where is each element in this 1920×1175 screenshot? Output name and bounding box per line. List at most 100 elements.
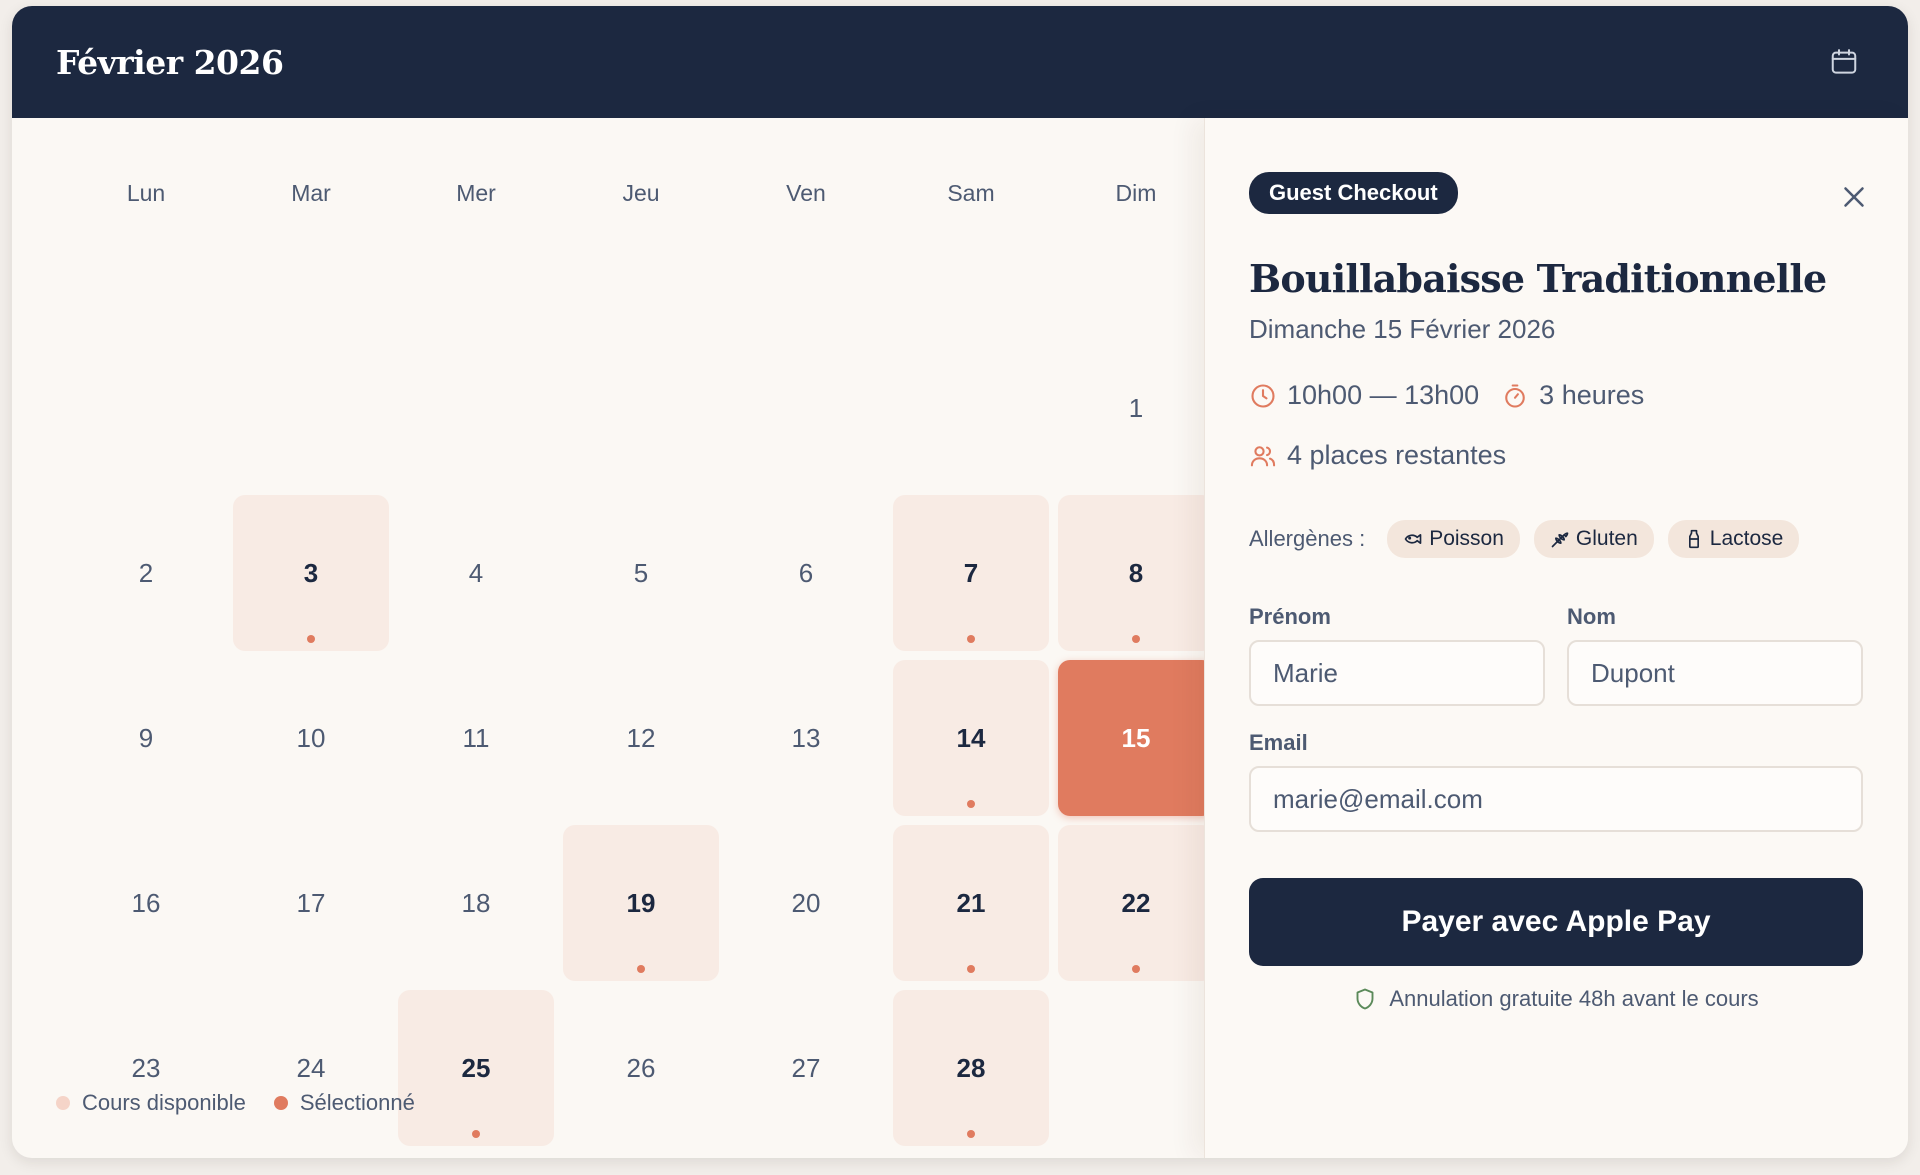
day-number: 9: [138, 722, 154, 753]
day-cell-18[interactable]: 18: [398, 825, 554, 981]
day-number: 7: [963, 557, 979, 588]
day-number: 6: [798, 557, 814, 588]
day-number: 8: [1128, 557, 1144, 588]
day-number: 13: [791, 722, 821, 753]
email-label: Email: [1249, 730, 1308, 755]
checkout-panel: Guest Checkout Bouillabaisse Traditionne…: [1204, 118, 1908, 1158]
day-number: 27: [791, 1052, 821, 1083]
guest-checkout-badge: Guest Checkout: [1249, 172, 1458, 214]
legend-available-label: Cours disponible: [82, 1090, 246, 1115]
apple-pay-button[interactable]: Payer avec Apple Pay: [1249, 878, 1863, 966]
day-cell-16[interactable]: 16: [68, 825, 224, 981]
milk-icon: [1688, 529, 1699, 549]
wheat-icon: [1551, 532, 1569, 548]
day-number: 12: [626, 722, 656, 753]
day-number: 22: [1121, 887, 1151, 918]
day-cell-9[interactable]: 9: [68, 660, 224, 816]
allergen-chip-poisson: Poisson: [1387, 520, 1520, 558]
day-cell-25[interactable]: 25: [398, 990, 554, 1146]
available-swatch: [56, 1096, 70, 1110]
day-cell-23[interactable]: 23: [68, 990, 224, 1146]
day-cell-17[interactable]: 17: [233, 825, 389, 981]
fish-icon: [1404, 534, 1422, 544]
day-cell-8[interactable]: 8: [1058, 495, 1214, 651]
timer-icon: [1505, 383, 1525, 408]
day-number: 2: [138, 557, 154, 588]
cancellation-note: Annulation gratuite 48h avant le cours: [1249, 986, 1863, 1012]
allergens-row: Allergènes : Poisson Gluten Lactose: [1249, 520, 1800, 558]
places-row: 4 places restantes: [1249, 440, 1506, 471]
day-number: 4: [468, 557, 484, 588]
allergen-chip-lactose: Lactose: [1667, 520, 1800, 558]
day-cell-7[interactable]: 7: [893, 495, 1049, 651]
last-name-input[interactable]: [1567, 640, 1863, 706]
booking-card: Février 2026 Lun Mar Mer Jeu Ven Sam Dim…: [12, 6, 1908, 1158]
day-cell-10[interactable]: 10: [233, 660, 389, 816]
day-number: 10: [296, 722, 326, 753]
day-number: 17: [296, 887, 326, 918]
day-cell-13[interactable]: 13: [728, 660, 884, 816]
duration: 3 heures: [1539, 380, 1645, 410]
month-title: Février 2026: [56, 42, 284, 82]
allergen-chip-gluten: Gluten: [1533, 520, 1654, 558]
day-number: 15: [1121, 722, 1151, 753]
availability-dot: [1132, 635, 1140, 643]
day-cell-5[interactable]: 5: [563, 495, 719, 651]
availability-dot: [967, 965, 975, 973]
email-input[interactable]: [1249, 766, 1863, 832]
first-name-input[interactable]: [1249, 640, 1545, 706]
shield-icon: [1356, 988, 1374, 1010]
day-number: 5: [633, 557, 649, 588]
availability-dot: [637, 965, 645, 973]
day-number: 3: [303, 557, 319, 588]
availability-dot: [967, 800, 975, 808]
day-cell-28[interactable]: 28: [893, 990, 1049, 1146]
day-cell-15[interactable]: 15: [1058, 660, 1214, 816]
day-cell-3[interactable]: 3: [233, 495, 389, 651]
day-cell-19[interactable]: 19: [563, 825, 719, 981]
legend: Cours disponible Sélectionné: [56, 1090, 415, 1116]
day-number: 16: [131, 887, 161, 918]
day-cell-21[interactable]: 21: [893, 825, 1049, 981]
day-number: 24: [296, 1052, 326, 1083]
day-cell-12[interactable]: 12: [563, 660, 719, 816]
day-cell-20[interactable]: 20: [728, 825, 884, 981]
allergen-label: Gluten: [1575, 527, 1638, 550]
day-cell-6[interactable]: 6: [728, 495, 884, 651]
legend-selected-label: Sélectionné: [299, 1090, 415, 1115]
day-number: 11: [462, 722, 490, 753]
day-number: 19: [626, 887, 656, 918]
day-grid: 1 2 3 4 5 6 7 8 9 10 11 12 13 14 15 16 17 18 19 20 21 22 23 24 2…: [12, 118, 1214, 1158]
day-cell-11[interactable]: 11: [398, 660, 554, 816]
availability-dot: [1132, 965, 1140, 973]
last-name-label: Nom: [1567, 604, 1616, 629]
day-cell-27[interactable]: 27: [728, 990, 884, 1146]
close-icon[interactable]: [1837, 180, 1871, 214]
day-cell-2[interactable]: 2: [68, 495, 224, 651]
calendar: Lun Mar Mer Jeu Ven Sam Dim 1 2 3 4 5 6 7 8 9 10 1…: [12, 118, 1214, 1158]
calendar-icon[interactable]: [1824, 42, 1864, 82]
day-number: 21: [956, 887, 986, 918]
legend-selected: Sélectionné: [273, 1090, 415, 1116]
selected-swatch: [273, 1096, 288, 1110]
allergen-label: Lactose: [1709, 527, 1784, 550]
availability-dot: [307, 635, 315, 643]
day-number: 25: [461, 1052, 491, 1083]
day-cell-1[interactable]: 1: [1058, 330, 1214, 486]
allergen-label: Poisson: [1429, 527, 1504, 550]
day-number: 14: [956, 722, 986, 753]
day-cell-24[interactable]: 24: [233, 990, 389, 1146]
course-date: Dimanche 15 Février 2026: [1249, 314, 1556, 344]
day-number: 20: [791, 887, 821, 918]
day-cell-22[interactable]: 22: [1058, 825, 1214, 981]
schedule-row: 10h00 — 13h00 3 heures: [1249, 380, 1644, 411]
first-name-label: Prénom: [1249, 604, 1331, 629]
legend-available: Cours disponible: [56, 1090, 246, 1116]
day-cell-4[interactable]: 4: [398, 495, 554, 651]
day-cell-14[interactable]: 14: [893, 660, 1049, 816]
availability-dot: [472, 1130, 480, 1138]
top-bar: Février 2026: [12, 6, 1908, 118]
day-cell-26[interactable]: 26: [563, 990, 719, 1146]
cancellation-text: Annulation gratuite 48h avant le cours: [1389, 986, 1759, 1011]
day-number: 28: [956, 1052, 986, 1083]
